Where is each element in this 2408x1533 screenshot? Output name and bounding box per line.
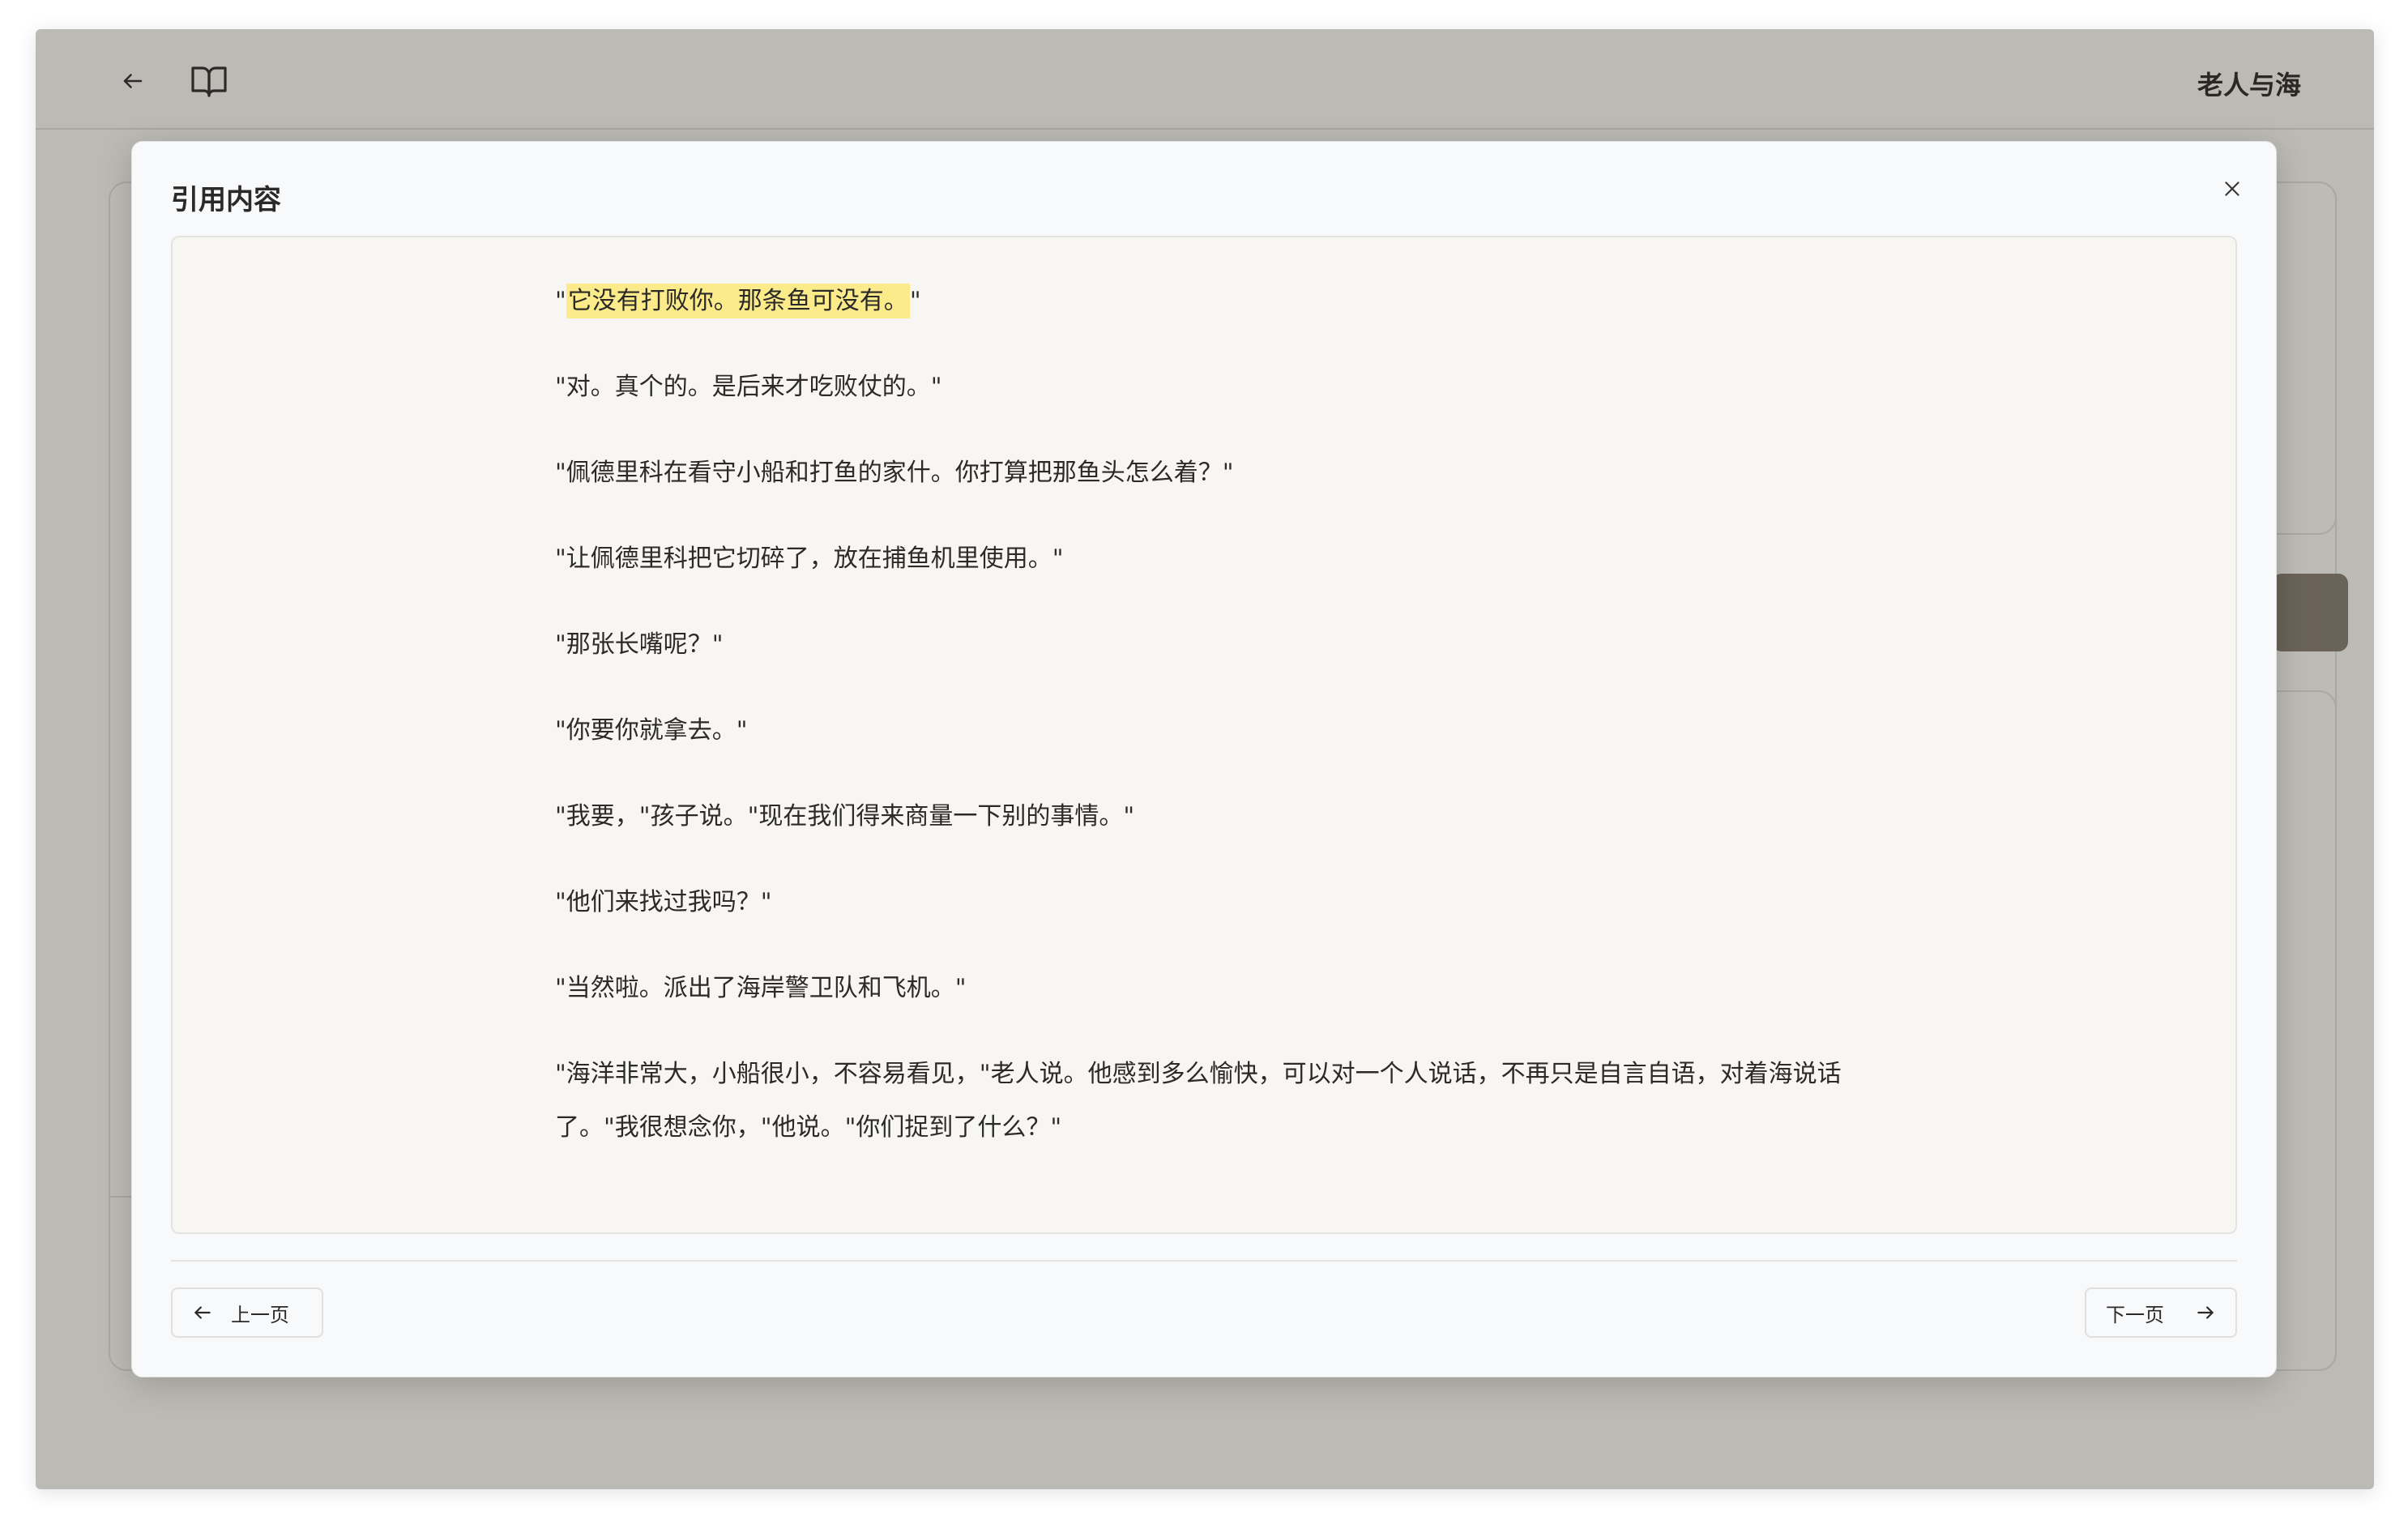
- book-toc-button[interactable]: [186, 58, 232, 104]
- paragraph: "对。真个的。是后来才吃败仗的。": [555, 373, 942, 401]
- top-bar: 老人与海: [36, 29, 2374, 130]
- quote-text: "它没有打败你。那条鱼可没有。" "对。真个的。是后来才吃败仗的。" "佩德里科…: [555, 275, 1884, 1187]
- modal-title: 引用内容: [171, 184, 281, 216]
- arrow-left-icon: [121, 69, 145, 93]
- quote-mark: ": [555, 287, 566, 315]
- paragraph: "让佩德里科把它切碎了，放在捕鱼机里使用。": [555, 544, 1064, 573]
- paragraph: "佩德里科在看守小船和打鱼的家什。你打算把那鱼头怎么着？": [555, 459, 1234, 487]
- next-page-button[interactable]: 下一页: [2085, 1287, 2237, 1338]
- paragraph: "当然啦。派出了海岸警卫队和飞机。": [555, 974, 967, 1002]
- quote-content: "它没有打败你。那条鱼可没有。" "对。真个的。是后来才吃败仗的。" "佩德里科…: [171, 236, 2237, 1234]
- prev-page-button[interactable]: 上一页: [171, 1287, 323, 1338]
- close-button[interactable]: [2211, 168, 2253, 210]
- arrow-right-icon: [2195, 1302, 2216, 1323]
- close-icon: [2222, 178, 2243, 199]
- next-page-label: 下一页: [2106, 1303, 2164, 1326]
- book-title: 老人与海: [2197, 70, 2301, 100]
- footer-divider: [171, 1260, 2237, 1262]
- paragraph: "那张长嘴呢？": [555, 630, 724, 659]
- paragraph: "它没有打败你。那条鱼可没有。": [555, 275, 1884, 328]
- paragraph: "你要你就拿去。": [555, 716, 748, 745]
- quote-mark: ": [909, 287, 921, 315]
- back-button[interactable]: [113, 62, 152, 100]
- arrow-left-icon: [192, 1302, 213, 1323]
- paragraph: "他们来找过我吗？": [555, 888, 772, 916]
- paragraph: "海洋非常大，小船很小，不容易看见，"老人说。他感到多么愉快，可以对一个人说话，…: [555, 1060, 1842, 1142]
- background-side-tab: [2272, 574, 2348, 651]
- prev-page-label: 上一页: [231, 1303, 289, 1326]
- highlighted-quote: 它没有打败你。那条鱼可没有。: [566, 284, 910, 318]
- paragraph: "我要，"孩子说。"现在我们得来商量一下别的事情。": [555, 802, 1135, 831]
- book-open-icon: [190, 62, 228, 100]
- quote-modal: 引用内容 "它没有打败你。那条鱼可没有。" "对。真个的。是后来才吃败仗的。" …: [131, 141, 2277, 1377]
